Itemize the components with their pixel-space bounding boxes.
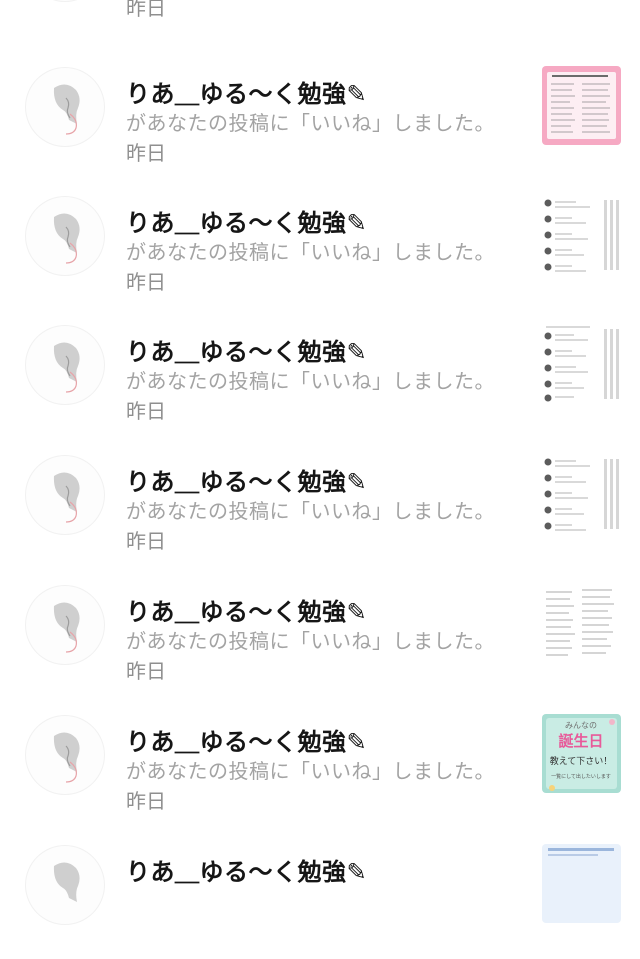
notification-time: 昨日 — [126, 529, 166, 553]
avatar[interactable] — [26, 326, 104, 404]
notification-time: 昨日 — [126, 789, 166, 813]
notification-list: 昨日 りあ＿ゆる〜く勉強✎ があなたの投稿に「いいね」しました。 昨日 りあ＿ゆ… — [0, 0, 640, 924]
notification-time: 昨日 — [126, 270, 166, 294]
username[interactable]: りあ＿ゆる〜く勉強✎ — [126, 462, 367, 497]
avatar[interactable] — [26, 586, 104, 664]
avatar[interactable] — [26, 716, 104, 794]
notification-time: 昨日 — [126, 0, 166, 20]
notification-item[interactable]: りあ＿ゆる〜く勉強✎ があなたの投稿に「いいね」しました。 昨日 — [0, 440, 640, 569]
username[interactable]: りあ＿ゆる〜く勉強✎ — [126, 722, 367, 757]
notification-message: があなたの投稿に「いいね」しました。 — [126, 499, 495, 523]
notification-item[interactable]: りあ＿ゆる〜く勉強✎ — [0, 830, 640, 959]
thumb-title-line3: 教えて下さい！ — [550, 755, 613, 767]
notification-item[interactable]: 昨日 — [0, 0, 640, 36]
notification-item[interactable]: りあ＿ゆる〜く勉強✎ があなたの投稿に「いいね」しました。 昨日 — [0, 310, 640, 439]
post-thumbnail[interactable] — [542, 195, 621, 274]
thumb-title-line4: 一覧にして出したいします — [551, 773, 611, 780]
notification-item[interactable]: りあ＿ゆる〜く勉強✎ があなたの投稿に「いいね」しました。 昨日 — [0, 52, 640, 181]
avatar[interactable] — [26, 197, 104, 275]
notification-message: があなたの投稿に「いいね」しました。 — [126, 629, 495, 653]
notification-item[interactable]: りあ＿ゆる〜く勉強✎ があなたの投稿に「いいね」しました。 昨日 みんなの 誕生… — [0, 700, 640, 829]
notification-time: 昨日 — [126, 659, 166, 683]
post-thumbnail[interactable] — [542, 66, 621, 145]
post-thumbnail[interactable] — [542, 844, 621, 923]
username[interactable]: りあ＿ゆる〜く勉強✎ — [126, 74, 367, 109]
avatar[interactable] — [26, 68, 104, 146]
notification-time: 昨日 — [126, 399, 166, 423]
post-thumbnail[interactable] — [542, 324, 621, 403]
post-thumbnail[interactable] — [542, 584, 621, 663]
username[interactable]: りあ＿ゆる〜く勉強✎ — [126, 592, 367, 627]
notification-item[interactable]: りあ＿ゆる〜く勉強✎ があなたの投稿に「いいね」しました。 昨日 — [0, 181, 640, 310]
notification-time: 昨日 — [126, 141, 166, 165]
thumb-title-line1: みんなの — [565, 721, 597, 730]
username[interactable]: りあ＿ゆる〜く勉強✎ — [126, 332, 367, 367]
notification-item[interactable]: りあ＿ゆる〜く勉強✎ があなたの投稿に「いいね」しました。 昨日 — [0, 570, 640, 699]
notification-message: があなたの投稿に「いいね」しました。 — [126, 759, 495, 783]
notification-message: があなたの投稿に「いいね」しました。 — [126, 240, 495, 264]
thumb-title-line2: 誕生日 — [558, 732, 603, 750]
avatar[interactable] — [26, 456, 104, 534]
username[interactable]: りあ＿ゆる〜く勉強✎ — [126, 203, 367, 238]
avatar[interactable] — [26, 846, 104, 924]
notification-message: があなたの投稿に「いいね」しました。 — [126, 369, 495, 393]
post-thumbnail[interactable] — [542, 454, 621, 533]
avatar[interactable] — [26, 0, 104, 1]
username[interactable]: りあ＿ゆる〜く勉強✎ — [126, 852, 367, 887]
post-thumbnail[interactable]: みんなの 誕生日 教えて下さい！ 一覧にして出したいします — [542, 714, 621, 793]
notification-message: があなたの投稿に「いいね」しました。 — [126, 111, 495, 135]
